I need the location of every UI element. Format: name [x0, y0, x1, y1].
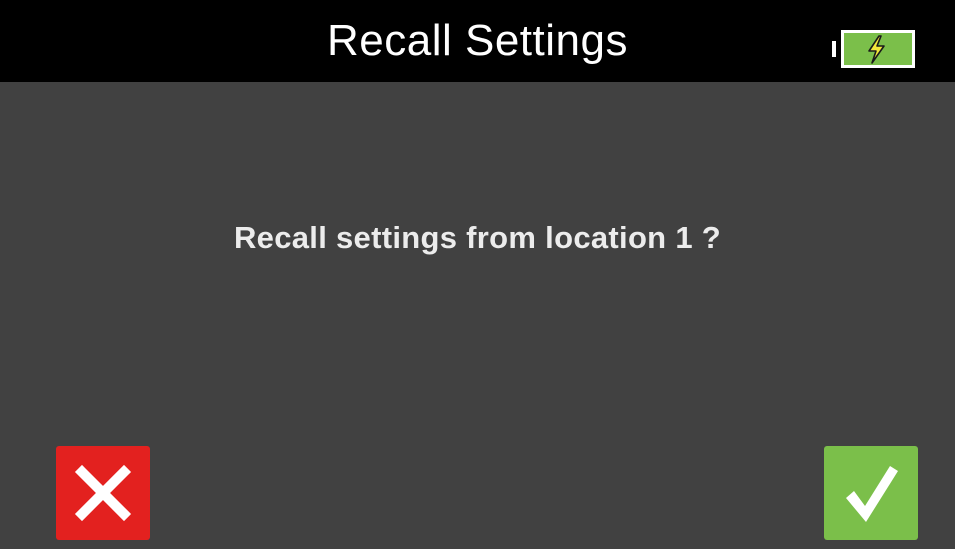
cancel-button[interactable]	[56, 446, 150, 540]
battery-charging-icon	[832, 29, 916, 69]
title-bar: Recall Settings	[0, 0, 955, 82]
cross-icon	[74, 464, 132, 522]
confirmation-message: Recall settings from location 1 ?	[233, 220, 722, 255]
checkmark-icon	[846, 466, 898, 522]
recall-settings-screen: Recall Settings Recall settings from loc…	[0, 0, 955, 549]
page-title: Recall Settings	[327, 16, 628, 65]
confirm-button[interactable]	[824, 446, 918, 540]
